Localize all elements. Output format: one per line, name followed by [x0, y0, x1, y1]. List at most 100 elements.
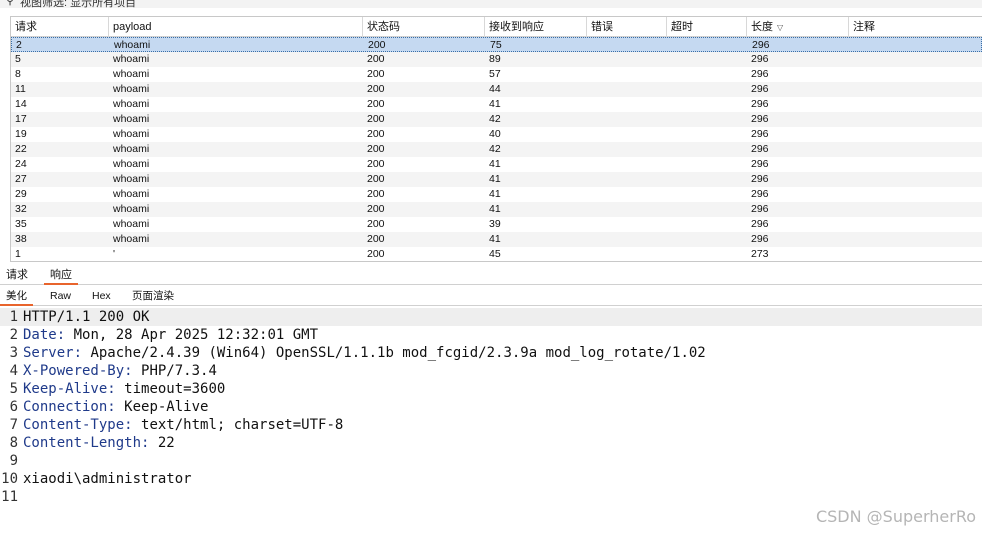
sort-descending-icon: ▽ — [777, 23, 784, 32]
cell-status: 200 — [367, 53, 385, 65]
cell-timeout — [667, 187, 747, 202]
tab-raw[interactable]: Raw — [44, 288, 77, 306]
cell-timeout — [667, 67, 747, 82]
table-row[interactable]: 11 whoami 200 44 296 — [11, 82, 982, 97]
table-row[interactable]: 35 whoami 200 39 296 — [11, 217, 982, 232]
cell-error — [587, 67, 667, 82]
column-header-request[interactable]: 请求 — [11, 17, 109, 37]
tab-hex[interactable]: Hex — [86, 288, 117, 306]
table-row[interactable]: 14 whoami 200 41 296 — [11, 97, 982, 112]
cell-status: 200 — [367, 143, 385, 155]
cell-status: 200 — [368, 39, 386, 51]
cell-payload: whoami — [113, 203, 150, 215]
cell-timeout — [667, 247, 747, 261]
cell-response-received: 41 — [489, 203, 501, 215]
table-row[interactable]: 24 whoami 200 41 296 — [11, 157, 982, 172]
cell-error — [587, 157, 667, 172]
cell-comment — [849, 97, 982, 112]
cell-comment — [849, 67, 982, 82]
table-row[interactable]: 27 whoami 200 41 296 — [11, 172, 982, 187]
cell-comment — [849, 112, 982, 127]
table-row[interactable]: 8 whoami 200 57 296 — [11, 67, 982, 82]
cell-status: 200 — [367, 113, 385, 125]
cell-comment — [849, 217, 982, 232]
cell-payload: whoami — [113, 143, 150, 155]
cell-timeout — [667, 217, 747, 232]
header-colon: : — [124, 417, 133, 433]
table-row[interactable]: 38 whoami 200 41 296 — [11, 232, 982, 247]
cell-length: 296 — [751, 233, 769, 245]
cell-timeout — [667, 202, 747, 217]
cell-comment — [849, 202, 982, 217]
code-line: 7 Content-Type: text/html; charset=UTF-8 — [0, 416, 982, 434]
header-name: X-Powered-By — [23, 363, 125, 379]
cell-status: 200 — [367, 233, 385, 245]
cell-request: 11 — [15, 83, 26, 95]
cell-length: 296 — [751, 173, 769, 185]
column-label: 长度 — [751, 21, 773, 33]
filter-icon: ⚲ — [6, 0, 15, 7]
cell-length: 296 — [752, 39, 770, 51]
cell-request: 35 — [15, 218, 27, 230]
cell-error — [587, 52, 667, 67]
table-row[interactable]: 2 whoami 200 75 296 — [11, 37, 982, 52]
column-header-error[interactable]: 错误 — [587, 17, 667, 37]
cell-length: 296 — [751, 53, 769, 65]
line-number: 7 — [9, 417, 18, 433]
column-label: 接收到响应 — [489, 21, 544, 33]
cell-response-received: 41 — [489, 188, 501, 200]
table-header: 请求 payload 状态码 接收到响应 错误 超时 长度 ▽ 注释 — [11, 17, 982, 37]
header-value: timeout=3600 — [115, 381, 226, 397]
cell-request: 8 — [15, 68, 21, 80]
cell-length: 273 — [751, 248, 769, 260]
cell-payload: whoami — [113, 173, 150, 185]
column-label: 错误 — [591, 21, 613, 33]
tab-render[interactable]: 页面渲染 — [126, 288, 180, 306]
code-line: 4 X-Powered-By: PHP/7.3.4 — [0, 362, 982, 380]
line-number: 10 — [1, 471, 18, 487]
cell-timeout — [667, 232, 747, 247]
tab-pretty[interactable]: 美化 — [0, 288, 33, 306]
column-label: 注释 — [853, 21, 875, 33]
cell-error — [587, 82, 667, 97]
line-number: 11 — [1, 489, 18, 505]
body-text: HTTP/1.1 200 OK — [23, 309, 150, 325]
column-header-comment[interactable]: 注释 — [849, 17, 982, 37]
cell-error — [587, 142, 667, 157]
cell-comment — [849, 82, 982, 97]
table-row[interactable]: 32 whoami 200 41 296 — [11, 202, 982, 217]
table-row[interactable]: 19 whoami 200 40 296 — [11, 127, 982, 142]
column-header-timeout[interactable]: 超时 — [667, 17, 747, 37]
column-header-response-received[interactable]: 接收到响应 — [485, 17, 587, 37]
cell-timeout — [667, 52, 747, 67]
column-header-status[interactable]: 状态码 — [363, 17, 485, 37]
column-header-length[interactable]: 长度 ▽ — [747, 17, 849, 37]
cell-status: 200 — [367, 218, 385, 230]
cell-payload: whoami — [113, 158, 150, 170]
cell-request: 38 — [15, 233, 27, 245]
table-row[interactable]: 22 whoami 200 42 296 — [11, 142, 982, 157]
table-row[interactable]: 29 whoami 200 41 296 — [11, 187, 982, 202]
header-name: Connection — [23, 399, 108, 415]
column-header-payload[interactable]: payload — [109, 17, 363, 37]
cell-request: 14 — [15, 98, 27, 110]
table-row[interactable]: 17 whoami 200 42 296 — [11, 112, 982, 127]
code-line: 6 Connection: Keep-Alive — [0, 398, 982, 416]
cell-request: 27 — [15, 173, 27, 185]
column-label: 状态码 — [367, 21, 400, 33]
results-table: 请求 payload 状态码 接收到响应 错误 超时 长度 ▽ 注释 2 whoam… — [10, 16, 982, 262]
cell-comment — [849, 232, 982, 247]
line-content: Content-Type: text/html; charset=UTF-8 — [23, 416, 343, 434]
table-row[interactable]: 1 ' 200 45 273 — [11, 247, 982, 261]
column-label: 超时 — [671, 21, 693, 33]
code-line: 10 xiaodi\administrator — [0, 470, 982, 488]
cell-status: 200 — [367, 203, 385, 215]
table-row[interactable]: 5 whoami 200 89 296 — [11, 52, 982, 67]
tab-request[interactable]: 请求 — [0, 265, 34, 285]
response-editor[interactable]: 1 HTTP/1.1 200 OK 2 Date: Mon, 28 Apr 2025 … — [0, 308, 982, 534]
tab-response[interactable]: 响应 — [44, 265, 78, 285]
cell-response-received: 44 — [489, 83, 501, 95]
filter-bar[interactable]: ⚲ 视图筛选: 显示所有项目 — [0, 0, 982, 8]
filter-bar-text: 视图筛选: 显示所有项目 — [20, 0, 137, 8]
message-tabs: 请求 响应 — [0, 265, 982, 285]
